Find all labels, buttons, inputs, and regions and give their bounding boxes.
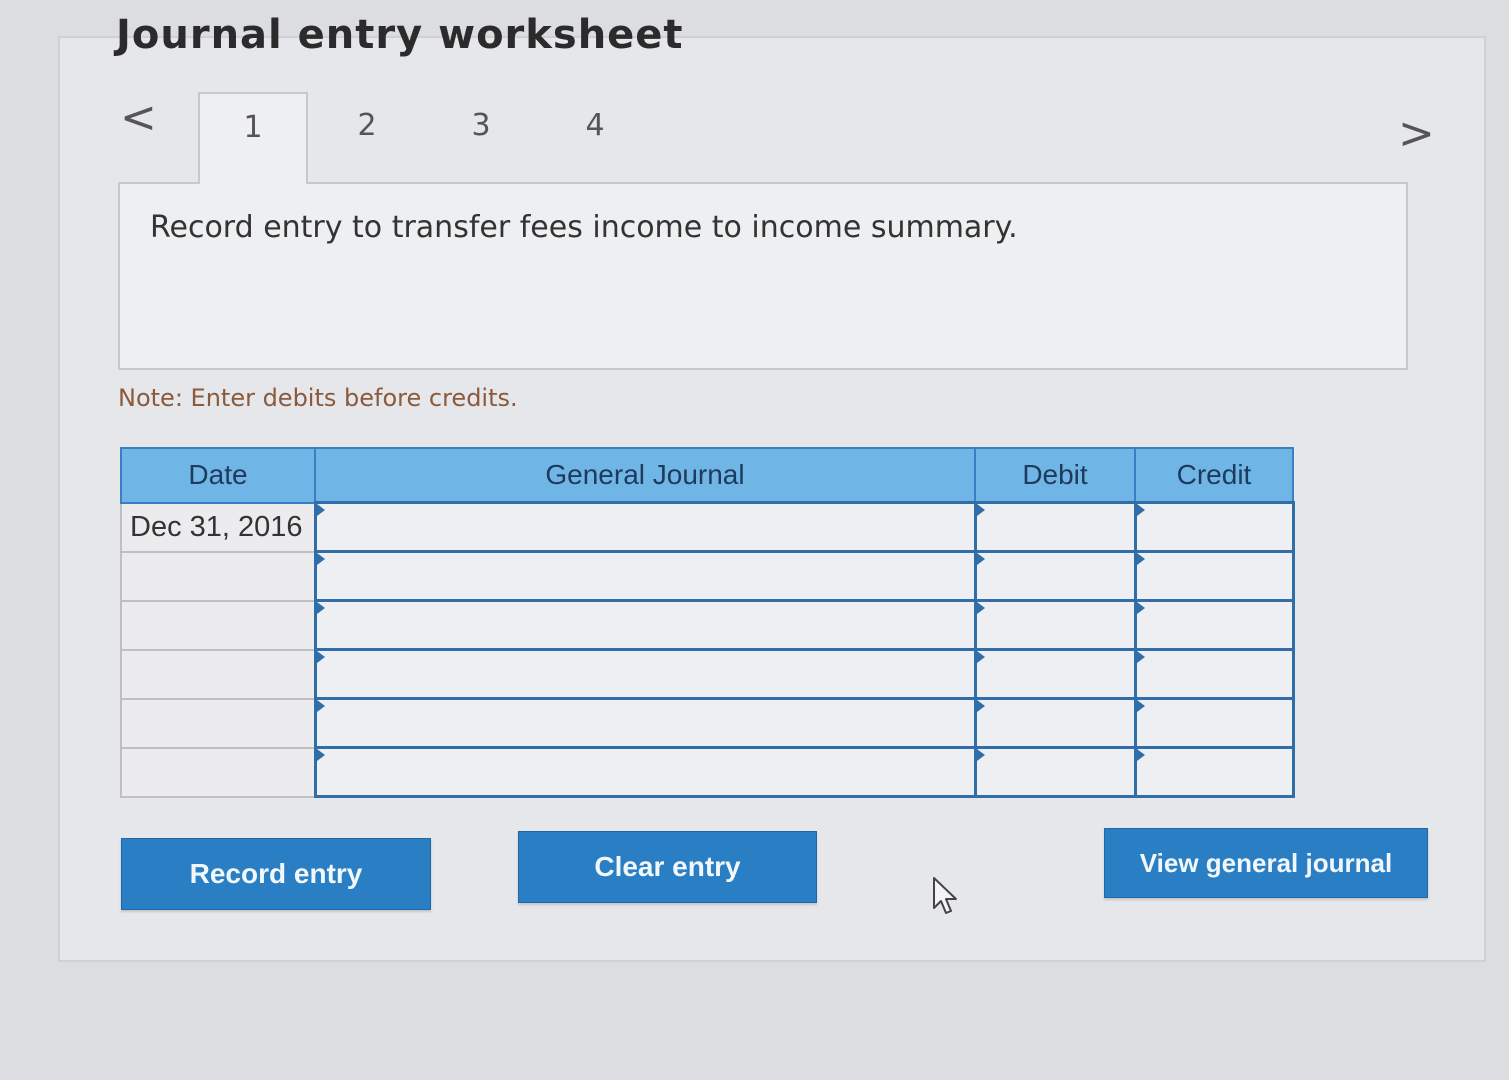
tab-1[interactable]: 1 [198,92,308,184]
credit-cell[interactable] [1133,697,1295,749]
table-row [120,697,1295,749]
account-input[interactable] [316,700,974,746]
debit-cell[interactable] [973,550,1137,602]
account-cell[interactable] [313,697,977,749]
view-general-journal-button[interactable]: View general journal [1104,828,1428,898]
record-entry-button[interactable]: Record entry [121,838,431,910]
credit-input[interactable] [1136,651,1292,697]
account-cell[interactable] [313,648,977,700]
date-value [122,609,130,641]
debit-cell[interactable] [973,648,1137,700]
table-row [120,599,1295,651]
column-header-credit: Credit [1134,447,1294,504]
debit-cell[interactable] [973,501,1137,553]
account-cell[interactable] [313,746,977,798]
credit-input[interactable] [1136,749,1292,795]
tab-label: 2 [357,108,377,143]
tab-3[interactable]: 3 [426,92,536,184]
credit-cell[interactable] [1133,501,1295,553]
instruction-text: Record entry to transfer fees income to … [150,210,1018,245]
account-input[interactable] [316,602,974,648]
chevron-left-icon[interactable]: < [120,92,157,143]
date-value [122,707,130,739]
debit-input[interactable] [976,700,1134,746]
column-header-general-journal: General Journal [314,447,976,504]
date-cell [120,746,316,798]
debit-input[interactable] [976,553,1134,599]
tab-label: 3 [471,108,491,143]
table-row: Dec 31, 2016 [120,501,1295,553]
credit-input[interactable] [1136,700,1292,746]
journal-header-row: Date General Journal Debit Credit [120,447,1294,504]
debit-input[interactable] [976,651,1134,697]
date-value [122,658,130,690]
note-text: Note: Enter debits before credits. [118,384,518,412]
credit-input[interactable] [1136,602,1292,648]
column-header-date: Date [120,447,316,504]
tab-label: 4 [585,108,605,143]
date-value [122,560,130,592]
debit-cell[interactable] [973,697,1137,749]
tab-4[interactable]: 4 [540,92,650,184]
date-cell: Dec 31, 2016 [120,501,316,553]
credit-cell[interactable] [1133,648,1295,700]
account-cell[interactable] [313,599,977,651]
tab-2[interactable]: 2 [312,92,422,184]
debit-input[interactable] [976,602,1134,648]
date-value: Dec 31, 2016 [130,510,303,543]
account-cell[interactable] [313,550,977,602]
date-cell [120,599,316,651]
clear-entry-button[interactable]: Clear entry [518,831,817,903]
credit-cell[interactable] [1133,550,1295,602]
chevron-right-icon[interactable]: > [1398,108,1435,159]
table-row [120,550,1295,602]
account-input[interactable] [316,504,974,550]
date-cell [120,550,316,602]
debit-cell[interactable] [973,599,1137,651]
table-row [120,746,1295,798]
table-row [120,648,1295,700]
account-input[interactable] [316,651,974,697]
date-value [122,756,130,788]
journal-table: Date General Journal Debit Credit Dec 31… [120,447,1295,798]
debit-input[interactable] [976,749,1134,795]
debit-input[interactable] [976,504,1134,550]
credit-cell[interactable] [1133,599,1295,651]
credit-input[interactable] [1136,553,1292,599]
credit-cell[interactable] [1133,746,1295,798]
page-title: Journal entry worksheet [116,12,684,58]
instruction-box: Record entry to transfer fees income to … [118,182,1408,370]
credit-input[interactable] [1136,504,1292,550]
account-input[interactable] [316,553,974,599]
account-cell[interactable] [313,501,977,553]
debit-cell[interactable] [973,746,1137,798]
page: Journal entry worksheet < > 1 2 3 4 Reco… [0,0,1509,1080]
column-header-debit: Debit [974,447,1136,504]
mouse-pointer-icon [933,877,957,914]
date-cell [120,697,316,749]
tab-label: 1 [243,110,263,145]
account-input[interactable] [316,749,974,795]
date-cell [120,648,316,700]
